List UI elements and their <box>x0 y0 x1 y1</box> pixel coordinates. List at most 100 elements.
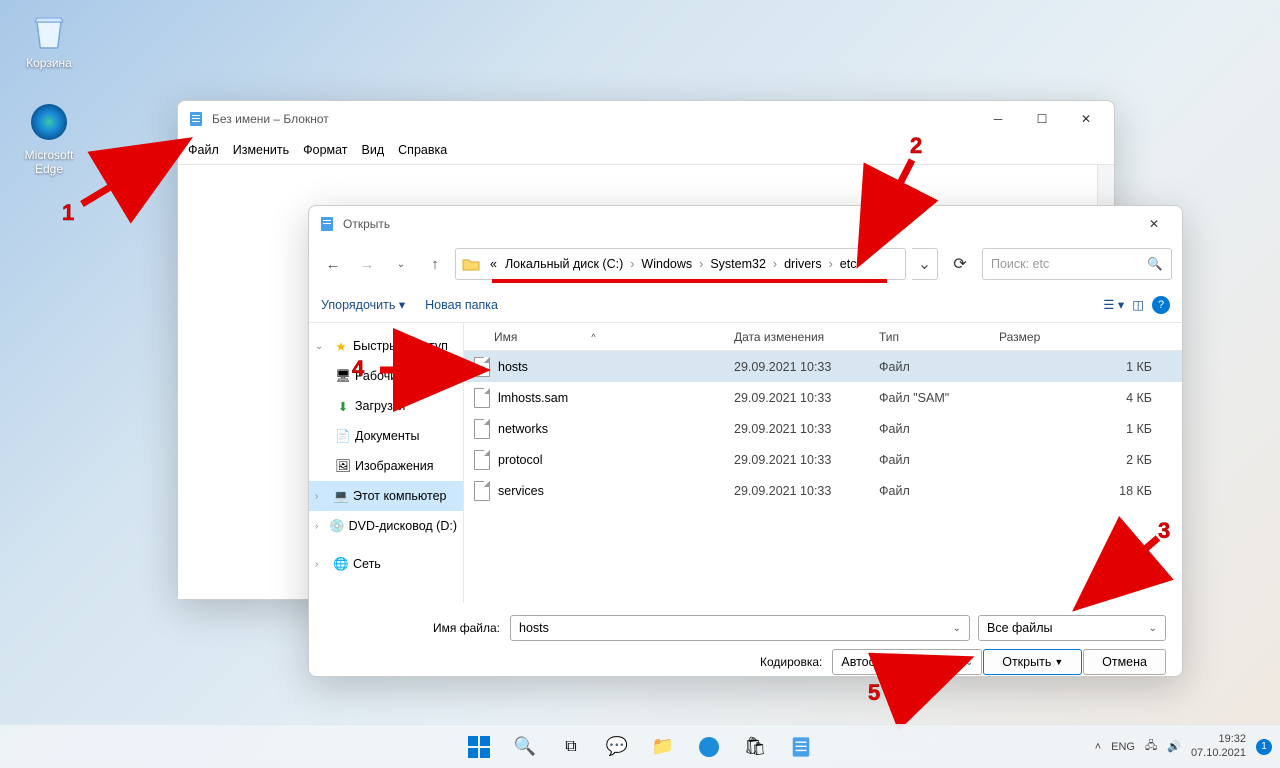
recycle-bin-icon <box>27 8 71 52</box>
tray-network-icon[interactable]: 🖧 <box>1145 737 1157 756</box>
annotation-4: 4 <box>352 356 364 382</box>
desktop-icon-label: Корзина <box>14 56 84 70</box>
start-button[interactable] <box>459 727 499 767</box>
refresh-button[interactable]: ⟳ <box>944 248 976 280</box>
search-icon: 🔍 <box>514 736 536 757</box>
up-button[interactable]: ↑ <box>421 250 449 278</box>
tray-language[interactable]: ENG <box>1111 741 1135 753</box>
file-date: 29.09.2021 10:33 <box>724 422 869 436</box>
tray-notifications[interactable]: 1 <box>1256 739 1272 755</box>
address-history-button[interactable]: ⌄ <box>912 248 938 280</box>
task-view-button[interactable]: ⧉ <box>551 727 591 767</box>
file-row[interactable]: hosts 29.09.2021 10:33 Файл 1 КБ <box>464 351 1182 382</box>
tree-quick-access[interactable]: ⌄★Быстрый доступ <box>309 331 463 361</box>
open-button[interactable]: Открыть ▼ <box>983 649 1082 675</box>
file-icon <box>474 388 490 408</box>
search-icon: 🔍 <box>1147 257 1163 272</box>
star-icon: ★ <box>333 338 349 354</box>
column-name[interactable]: Имя^ <box>464 323 724 350</box>
desktop-icon: 🖥 <box>335 368 351 384</box>
file-name: hosts <box>498 360 528 374</box>
filename-input[interactable]: hosts⌄ <box>510 615 970 641</box>
encoding-select[interactable]: Автообнаружение⌄ <box>832 649 982 675</box>
help-button[interactable]: ? <box>1152 296 1170 314</box>
cancel-button[interactable]: Отмена <box>1083 649 1166 675</box>
forward-button[interactable]: → <box>353 250 381 278</box>
taskbar-notepad[interactable] <box>781 727 821 767</box>
tray-clock[interactable]: 19:32 07.10.2021 <box>1191 733 1246 759</box>
file-date: 29.09.2021 10:33 <box>724 484 869 498</box>
file-size: 1 КБ <box>989 360 1182 374</box>
breadcrumb-part[interactable]: etc <box>836 255 861 273</box>
folder-icon <box>462 257 480 271</box>
menu-format[interactable]: Формат <box>303 143 347 157</box>
breadcrumb-part[interactable]: System32 <box>706 255 770 273</box>
open-dialog: Открыть ✕ ← → ⌄ ↑ « Локальный диск (C:)›… <box>308 205 1183 677</box>
tray-volume-icon[interactable]: 🔊 <box>1167 740 1181 753</box>
file-size: 2 КБ <box>989 453 1182 467</box>
tree-pictures[interactable]: 🖼Изображения <box>309 451 463 481</box>
tree-desktop[interactable]: 🖥Рабочий стол <box>309 361 463 391</box>
breadcrumb-part[interactable]: Локальный диск (C:) <box>501 255 627 273</box>
annotation-2: 2 <box>910 133 922 159</box>
column-modified[interactable]: Дата изменения <box>724 323 869 350</box>
tray-chevron[interactable]: ˄ <box>1095 741 1101 753</box>
file-type: Файл <box>869 422 989 436</box>
document-icon: 📄 <box>335 428 351 444</box>
file-row[interactable]: protocol 29.09.2021 10:33 Файл 2 КБ <box>464 444 1182 475</box>
menu-edit[interactable]: Изменить <box>233 143 289 157</box>
view-options-button[interactable]: ☰ ▾ <box>1103 297 1124 312</box>
file-row[interactable]: services 29.09.2021 10:33 Файл 18 КБ <box>464 475 1182 506</box>
close-button[interactable]: ✕ <box>1132 209 1176 239</box>
taskview-icon: ⧉ <box>565 738 576 756</box>
file-size: 18 КБ <box>989 484 1182 498</box>
close-button[interactable]: ✕ <box>1064 104 1108 134</box>
taskbar-chat[interactable]: 💬 <box>597 727 637 767</box>
taskbar-explorer[interactable]: 📁 <box>643 727 683 767</box>
breadcrumb-prefix: « <box>486 255 501 273</box>
taskbar: 🔍 ⧉ 💬 📁 🛍 ˄ ENG 🖧 🔊 19:32 07.10.2021 1 <box>0 724 1280 768</box>
taskbar-edge[interactable] <box>689 727 729 767</box>
search-placeholder: Поиск: etc <box>991 257 1049 271</box>
file-size: 1 КБ <box>989 422 1182 436</box>
organize-button[interactable]: Упорядочить ▾ <box>321 297 405 312</box>
breadcrumb-part[interactable]: Windows <box>637 255 696 273</box>
breadcrumb-part[interactable]: drivers <box>780 255 826 273</box>
preview-pane-button[interactable]: ◫ <box>1132 297 1144 312</box>
maximize-button[interactable]: ☐ <box>1020 104 1064 134</box>
desktop-icon-recycle-bin[interactable]: Корзина <box>14 8 84 70</box>
encoding-label: Кодировка: <box>760 655 832 669</box>
tree-network[interactable]: ›🌐Сеть <box>309 549 463 579</box>
tree-documents[interactable]: 📄Документы <box>309 421 463 451</box>
column-size[interactable]: Размер <box>989 323 1182 350</box>
column-type[interactable]: Тип <box>869 323 989 350</box>
new-folder-button[interactable]: Новая папка <box>425 298 498 312</box>
address-bar[interactable]: « Локальный диск (C:)› Windows› System32… <box>455 248 906 280</box>
tree-dvd[interactable]: ›💿DVD-дисковод (D:) <box>309 511 463 541</box>
file-icon <box>474 357 490 377</box>
taskbar-store[interactable]: 🛍 <box>735 727 775 767</box>
search-input[interactable]: Поиск: etc 🔍 <box>982 248 1172 280</box>
menu-help[interactable]: Справка <box>398 143 447 157</box>
file-icon <box>474 450 490 470</box>
recent-button[interactable]: ⌄ <box>387 250 415 278</box>
minimize-button[interactable]: ─ <box>976 104 1020 134</box>
file-name: lmhosts.sam <box>498 391 568 405</box>
file-type-filter[interactable]: Все файлы⌄ <box>978 615 1166 641</box>
file-type: Файл <box>869 453 989 467</box>
search-button[interactable]: 🔍 <box>505 727 545 767</box>
tree-downloads[interactable]: ⬇Загрузки <box>309 391 463 421</box>
back-button[interactable]: ← <box>319 250 347 278</box>
file-type: Файл "SAM" <box>869 391 989 405</box>
menu-file[interactable]: Файл <box>188 143 219 157</box>
menu-view[interactable]: Вид <box>362 143 385 157</box>
file-list-header: Имя^ Дата изменения Тип Размер <box>464 323 1182 351</box>
file-date: 29.09.2021 10:33 <box>724 391 869 405</box>
file-row[interactable]: lmhosts.sam 29.09.2021 10:33 Файл "SAM" … <box>464 382 1182 413</box>
tree-this-pc[interactable]: ›💻Этот компьютер <box>309 481 463 511</box>
download-icon: ⬇ <box>335 398 351 414</box>
desktop-icon-edge[interactable]: Microsoft Edge <box>14 100 84 176</box>
store-icon: 🛍 <box>744 736 767 757</box>
file-type: Файл <box>869 360 989 374</box>
file-row[interactable]: networks 29.09.2021 10:33 Файл 1 КБ <box>464 413 1182 444</box>
